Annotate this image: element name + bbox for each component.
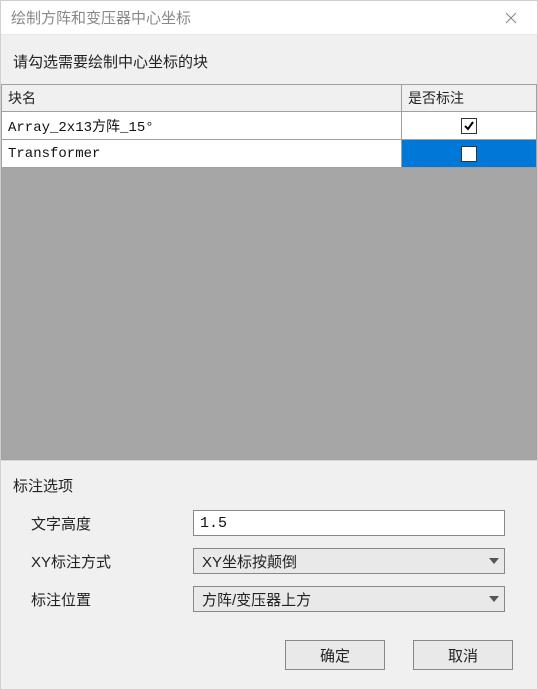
position-label: 标注位置 xyxy=(13,589,193,610)
chevron-down-icon xyxy=(484,558,504,564)
text-height-input[interactable] xyxy=(193,510,505,536)
block-table: 块名 是否标注 Array_2x13方阵_15°Transformer xyxy=(1,84,537,460)
position-value: 方阵/变压器上方 xyxy=(194,589,484,610)
close-button[interactable] xyxy=(491,3,531,33)
cell-mark[interactable] xyxy=(402,112,536,139)
instruction-text: 请勾选需要绘制中心坐标的块 xyxy=(1,35,537,84)
window-title: 绘制方阵和变压器中心坐标 xyxy=(11,7,491,28)
dialog-window: 绘制方阵和变压器中心坐标 请勾选需要绘制中心坐标的块 块名 是否标注 Array… xyxy=(0,0,538,690)
options-title: 标注选项 xyxy=(13,475,525,496)
cancel-button[interactable]: 取消 xyxy=(413,640,513,670)
table-row[interactable]: Transformer xyxy=(2,140,536,168)
ok-button[interactable]: 确定 xyxy=(285,640,385,670)
table-body: Array_2x13方阵_15°Transformer xyxy=(1,112,537,460)
column-header-name[interactable]: 块名 xyxy=(2,85,402,111)
chevron-down-icon xyxy=(484,596,504,602)
cell-block-name: Array_2x13方阵_15° xyxy=(2,112,402,139)
button-bar: 确定 取消 xyxy=(1,630,537,686)
mark-checkbox[interactable] xyxy=(461,146,477,162)
xy-mode-row: XY标注方式 XY坐标按颠倒 xyxy=(13,548,525,574)
xy-mode-select[interactable]: XY坐标按颠倒 xyxy=(193,548,505,574)
text-height-row: 文字高度 xyxy=(13,510,525,536)
position-select[interactable]: 方阵/变压器上方 xyxy=(193,586,505,612)
cell-mark[interactable] xyxy=(402,140,536,167)
xy-mode-value: XY坐标按颠倒 xyxy=(194,551,484,572)
position-row: 标注位置 方阵/变压器上方 xyxy=(13,586,525,612)
table-header: 块名 是否标注 xyxy=(1,84,537,112)
options-section: 标注选项 文字高度 XY标注方式 XY坐标按颠倒 标注位置 xyxy=(1,460,537,630)
titlebar: 绘制方阵和变压器中心坐标 xyxy=(1,1,537,35)
table-row[interactable]: Array_2x13方阵_15° xyxy=(2,112,536,140)
xy-mode-label: XY标注方式 xyxy=(13,551,193,572)
mark-checkbox[interactable] xyxy=(461,118,477,134)
column-header-mark[interactable]: 是否标注 xyxy=(402,85,536,111)
cell-block-name: Transformer xyxy=(2,140,402,167)
text-height-label: 文字高度 xyxy=(13,513,193,534)
close-icon xyxy=(505,12,517,24)
